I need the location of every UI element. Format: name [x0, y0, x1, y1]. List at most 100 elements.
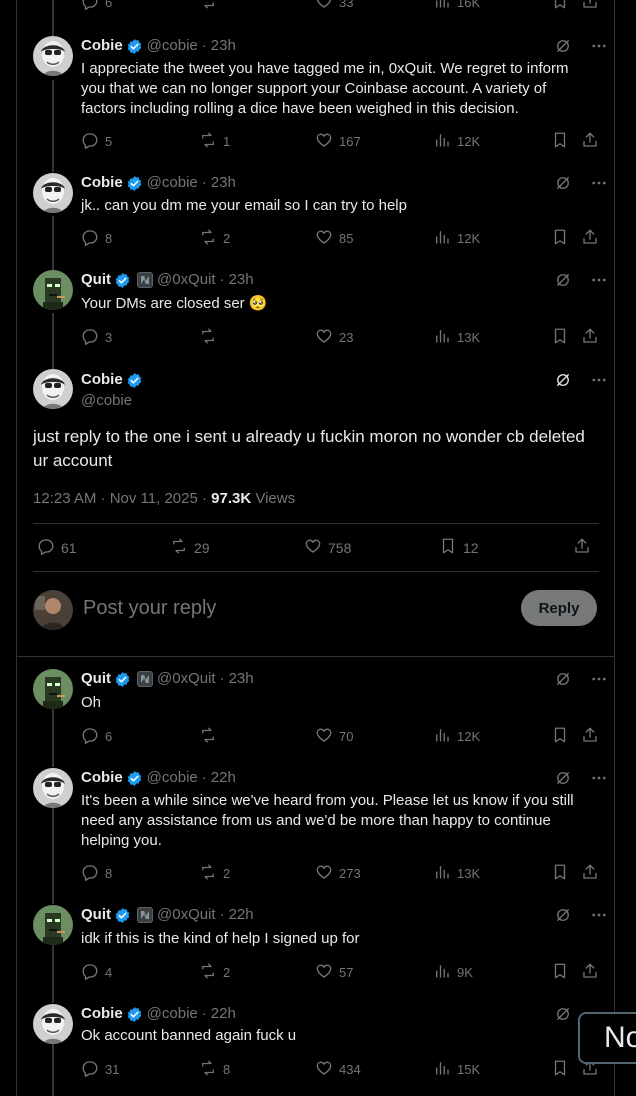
avatar[interactable]: [33, 905, 73, 945]
views-action[interactable]: 12K: [433, 131, 480, 152]
avatar[interactable]: [33, 173, 73, 213]
reply-action[interactable]: 4: [81, 962, 112, 983]
reply-action[interactable]: 6: [81, 0, 112, 13]
like-action[interactable]: 57: [315, 962, 353, 983]
grok-icon[interactable]: [554, 1005, 572, 1028]
share-action[interactable]: [581, 962, 599, 983]
bookmark-action[interactable]: [551, 0, 569, 13]
share-action[interactable]: [581, 863, 599, 884]
reply-input[interactable]: Post your reply: [83, 596, 216, 620]
reply-action[interactable]: 6: [81, 726, 112, 747]
repost-action[interactable]: [199, 726, 223, 747]
like-action[interactable]: 70: [315, 726, 353, 747]
toast-popup[interactable]: No: [578, 1012, 636, 1064]
user-handle[interactable]: @0xQuit: [157, 669, 216, 689]
grok-icon[interactable]: [554, 906, 572, 929]
timestamp[interactable]: 23h: [211, 36, 236, 56]
more-icon[interactable]: [590, 37, 608, 60]
display-name[interactable]: Quit: [81, 270, 111, 290]
bookmark-action[interactable]: [551, 962, 569, 983]
repost-action[interactable]: 1: [199, 131, 230, 152]
timestamp[interactable]: 22h: [211, 1004, 236, 1024]
bookmark-action[interactable]: [551, 863, 569, 884]
reply-action[interactable]: 61: [37, 537, 77, 558]
like-action[interactable]: 434: [315, 1059, 361, 1080]
views-action[interactable]: 13K: [433, 863, 480, 884]
display-name[interactable]: Cobie: [81, 768, 123, 788]
user-handle[interactable]: @cobie: [147, 768, 198, 788]
more-icon[interactable]: [590, 906, 608, 929]
grok-icon[interactable]: [554, 174, 572, 197]
views-action[interactable]: 12K: [433, 228, 480, 249]
grok-icon[interactable]: [554, 371, 572, 394]
repost-action[interactable]: 2: [199, 863, 230, 884]
avatar[interactable]: [33, 36, 73, 76]
timestamp[interactable]: 23h: [229, 669, 254, 689]
repost-action[interactable]: [199, 327, 223, 348]
grok-icon[interactable]: [554, 769, 572, 792]
user-handle[interactable]: @cobie: [147, 173, 198, 193]
display-name[interactable]: Quit: [81, 669, 111, 689]
like-action[interactable]: 33: [315, 0, 353, 13]
display-name[interactable]: Cobie: [81, 173, 123, 193]
avatar[interactable]: [33, 1004, 73, 1044]
grok-icon[interactable]: [554, 670, 572, 693]
main-tweet-timestamp[interactable]: 12:23 AM · Nov 11, 2025 ·: [33, 490, 211, 507]
reply-button[interactable]: Reply: [521, 590, 597, 626]
repost-action[interactable]: 2: [199, 228, 230, 249]
bookmark-action[interactable]: [551, 327, 569, 348]
views-action[interactable]: 15K: [433, 1059, 480, 1080]
timestamp[interactable]: 23h: [229, 270, 254, 290]
avatar[interactable]: [33, 369, 73, 409]
avatar[interactable]: [33, 768, 73, 808]
timestamp[interactable]: 22h: [229, 905, 254, 925]
views-action[interactable]: 16K: [433, 0, 480, 13]
more-icon[interactable]: [590, 769, 608, 792]
reply-action[interactable]: 5: [81, 131, 112, 152]
repost-action[interactable]: 2: [199, 962, 230, 983]
share-action[interactable]: [581, 131, 599, 152]
more-icon[interactable]: [590, 174, 608, 197]
like-action[interactable]: 758: [304, 537, 351, 558]
share-action[interactable]: [581, 0, 599, 13]
user-handle[interactable]: @cobie: [147, 36, 198, 56]
bookmark-action[interactable]: [551, 1059, 569, 1080]
avatar[interactable]: [33, 270, 73, 310]
display-name[interactable]: Cobie: [81, 36, 123, 56]
display-name[interactable]: Quit: [81, 905, 111, 925]
bookmark-action[interactable]: [551, 131, 569, 152]
more-icon[interactable]: [590, 371, 608, 394]
bookmark-action[interactable]: [551, 228, 569, 249]
views-action[interactable]: 13K: [433, 327, 480, 348]
repost-action[interactable]: [199, 0, 217, 13]
grok-icon[interactable]: [554, 37, 572, 60]
reply-action[interactable]: 8: [81, 228, 112, 249]
repost-action[interactable]: 29: [170, 537, 210, 558]
avatar[interactable]: [33, 669, 73, 709]
bookmark-action[interactable]: 12: [439, 537, 479, 558]
timestamp[interactable]: 23h: [211, 173, 236, 193]
like-action[interactable]: 273: [315, 863, 361, 884]
views-action[interactable]: 12K: [433, 726, 480, 747]
share-action[interactable]: [581, 726, 599, 747]
repost-action[interactable]: 8: [199, 1059, 230, 1080]
reply-action[interactable]: 8: [81, 863, 112, 884]
more-icon[interactable]: [590, 670, 608, 693]
user-handle[interactable]: @cobie: [81, 391, 132, 411]
reply-action[interactable]: 3: [81, 327, 112, 348]
user-handle[interactable]: @cobie: [147, 1004, 198, 1024]
views-action[interactable]: 9K: [433, 962, 473, 983]
more-icon[interactable]: [590, 271, 608, 294]
grok-icon[interactable]: [554, 271, 572, 294]
share-action[interactable]: [581, 228, 599, 249]
timestamp[interactable]: 22h: [211, 768, 236, 788]
share-action[interactable]: [573, 537, 591, 558]
user-handle[interactable]: @0xQuit: [157, 270, 216, 290]
share-action[interactable]: [581, 327, 599, 348]
bookmark-action[interactable]: [551, 726, 569, 747]
like-action[interactable]: 167: [315, 131, 361, 152]
like-action[interactable]: 85: [315, 228, 353, 249]
reply-action[interactable]: 31: [81, 1059, 119, 1080]
display-name[interactable]: Cobie: [81, 370, 123, 390]
like-action[interactable]: 23: [315, 327, 353, 348]
